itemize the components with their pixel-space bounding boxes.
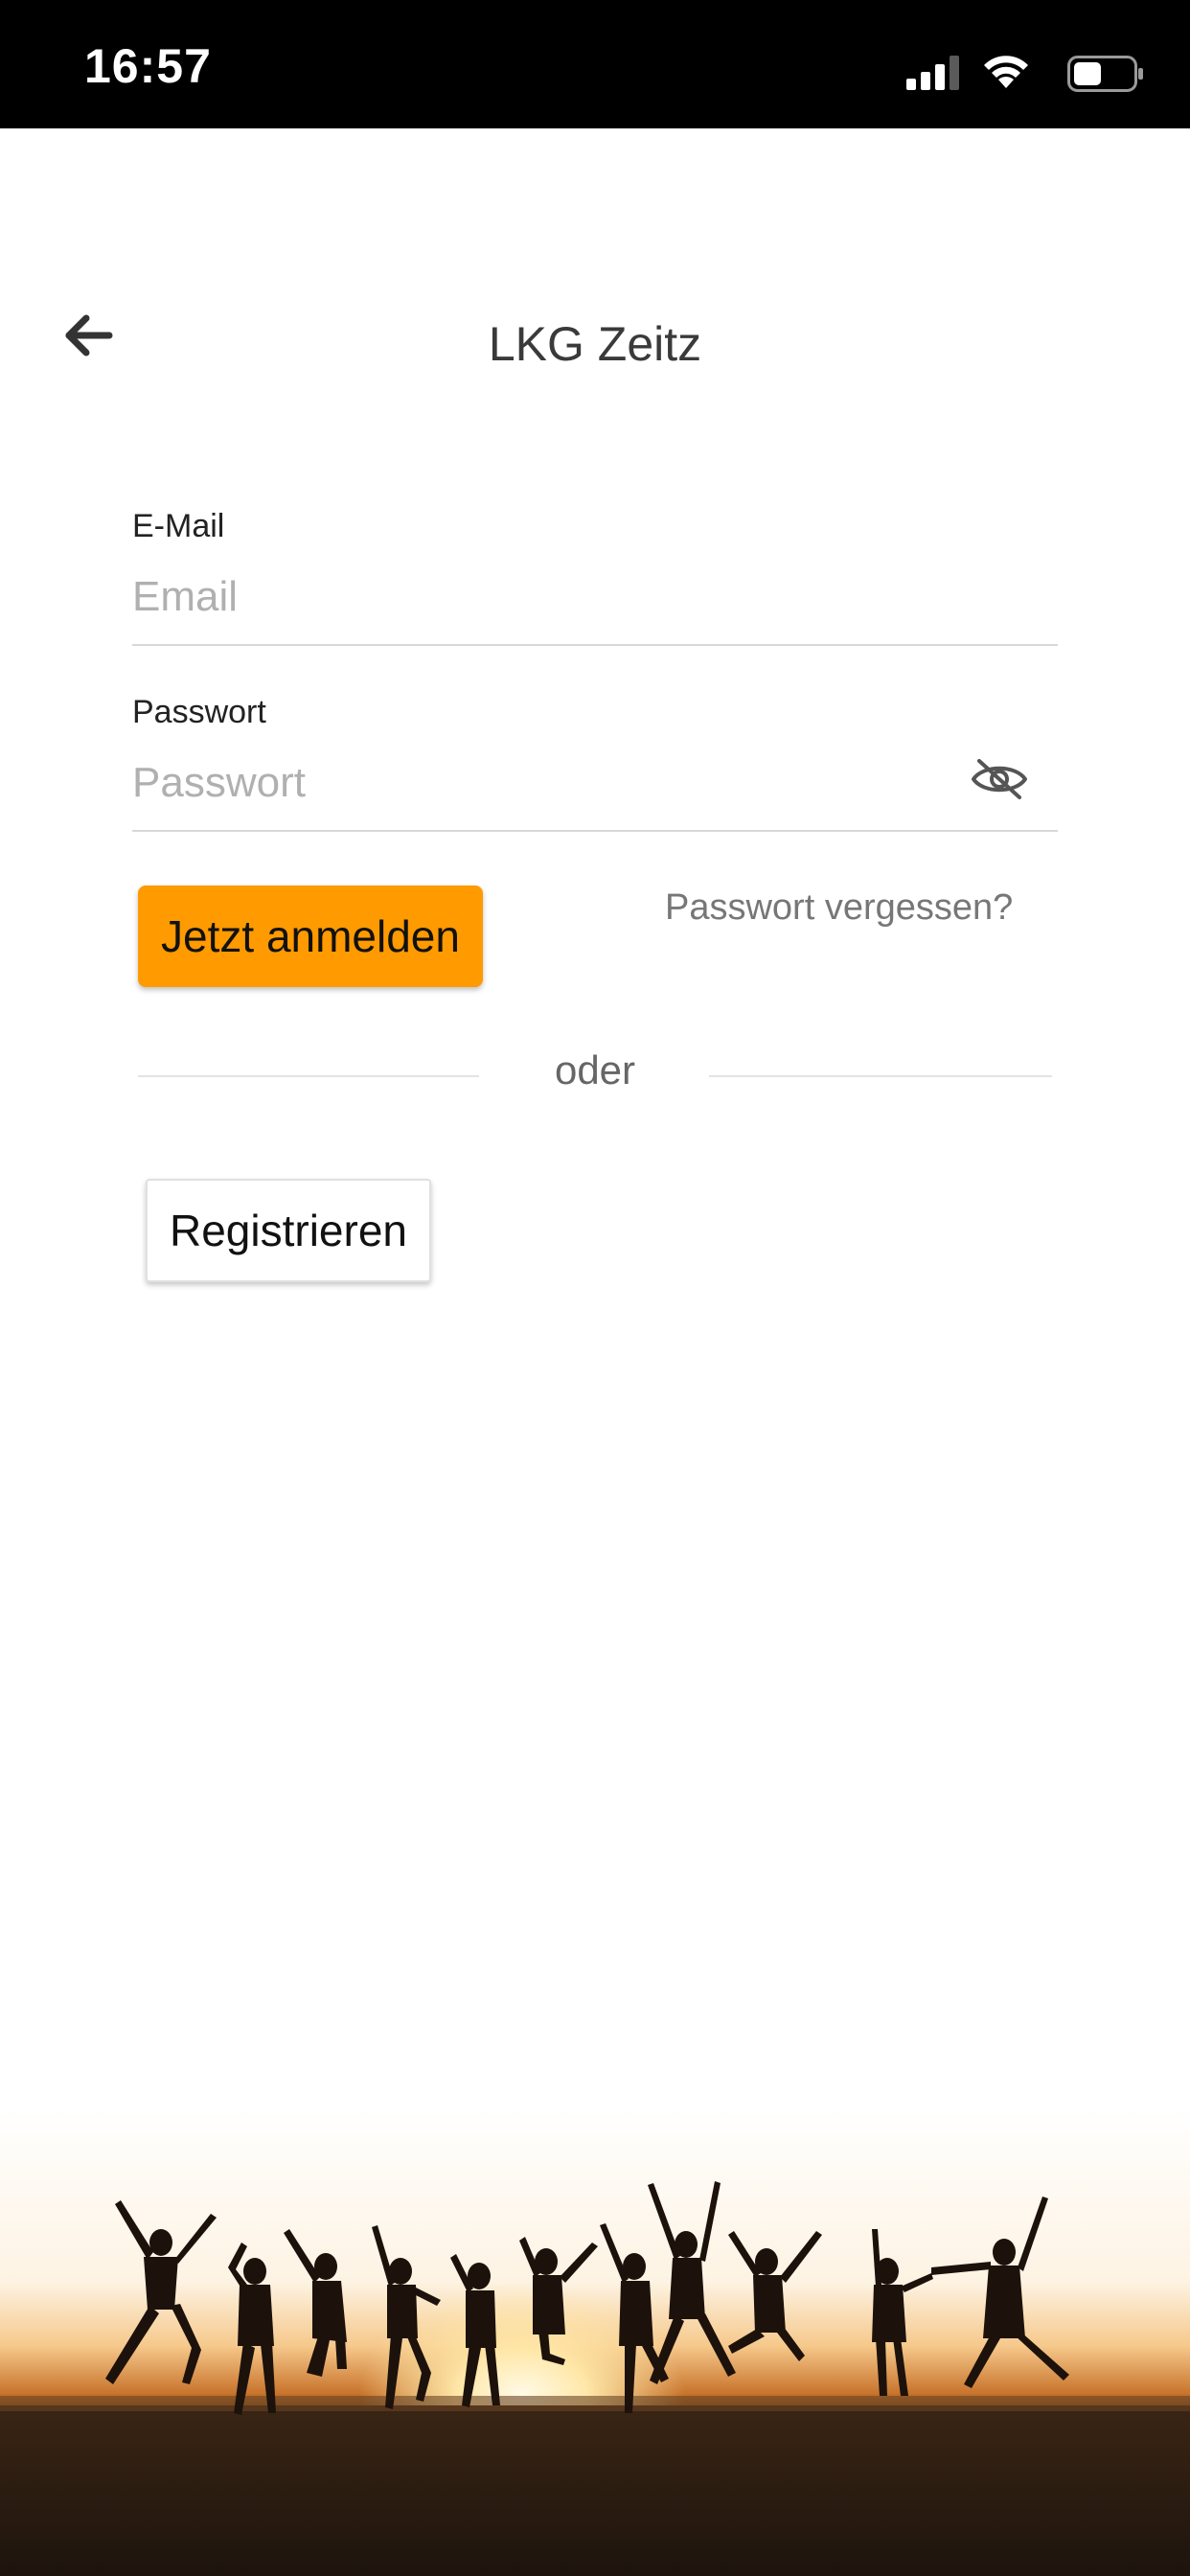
password-underline [132,830,1058,832]
email-input[interactable] [132,564,1058,631]
status-time: 16:57 [84,39,212,93]
banner-image [0,2108,1190,2576]
eye-off-icon [972,759,1027,799]
divider-line-right [709,1075,1052,1077]
forgot-password-link[interactable]: Passwort vergessen? [665,887,1013,929]
signal-icon [906,56,959,90]
password-input[interactable] [132,749,956,816]
login-button[interactable]: Jetzt anmelden [138,886,483,987]
battery-icon [1067,56,1143,92]
email-underline [132,644,1058,646]
divider-text: oder [554,1047,636,1092]
page-title: LKG Zeitz [488,317,702,371]
email-label: E-Mail [132,508,225,544]
password-visibility-toggle[interactable] [968,753,1031,805]
register-button[interactable]: Registrieren [146,1179,431,1282]
wifi-icon [984,56,1028,88]
password-label: Passwort [132,694,266,730]
status-bar: 16:57 [0,0,1190,128]
